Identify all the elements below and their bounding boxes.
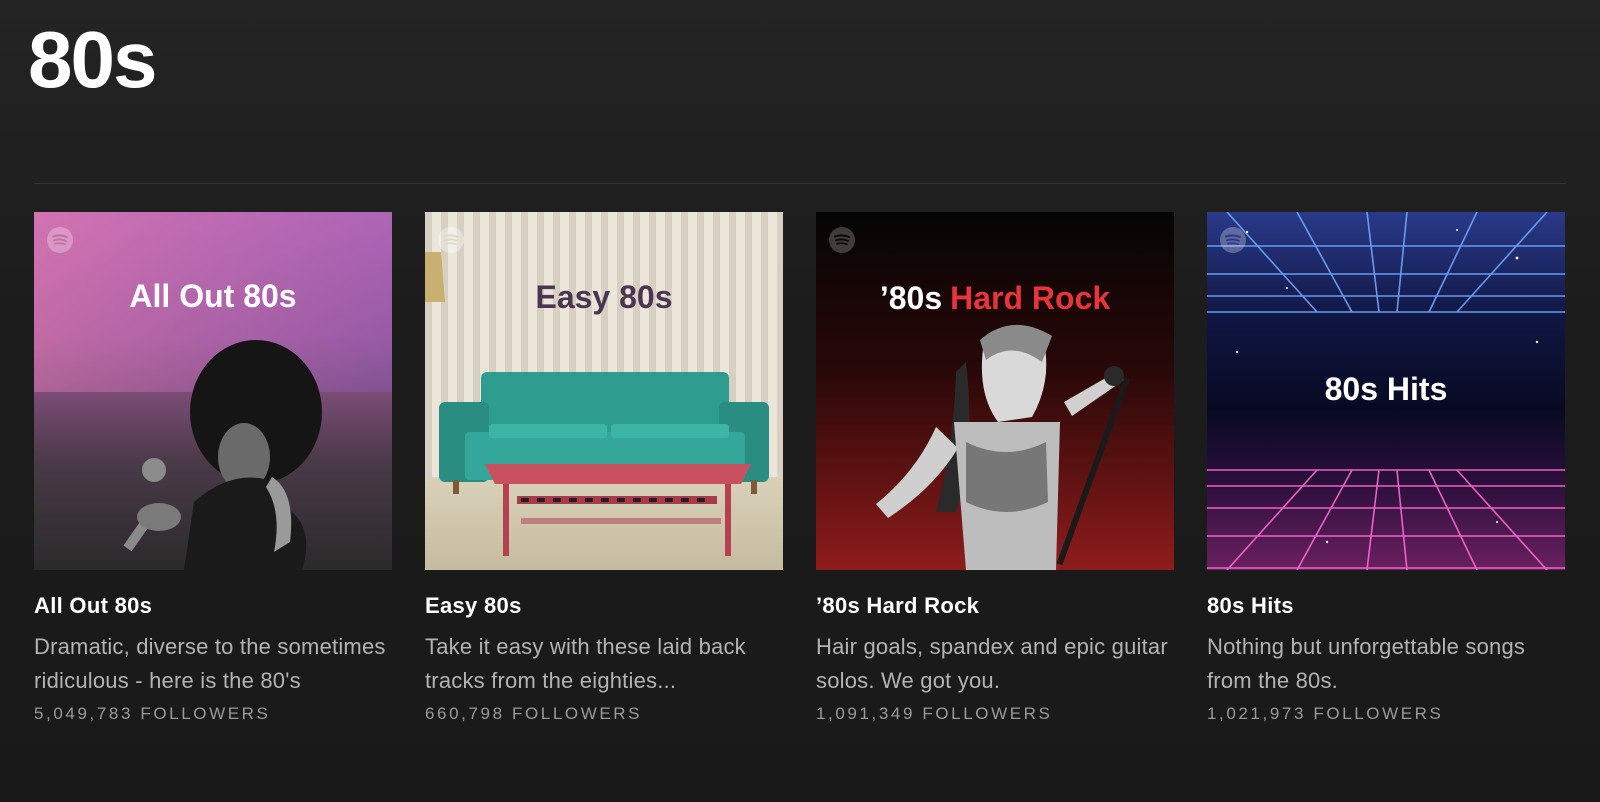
playlist-followers: 660,798 FOLLOWERS [425, 704, 643, 723]
genre-page: 80s All Out 80s All Out 80s Dramatic, di… [0, 0, 1600, 802]
cover-title-white: ’80s [880, 280, 942, 316]
playlist-title[interactable]: All Out 80s [34, 592, 392, 620]
playlist-followers: 1,091,349 FOLLOWERS [816, 704, 1053, 723]
playlist-card-easy-80s[interactable]: Easy 80s Easy 80s Take it easy with thes… [425, 212, 783, 724]
playlist-cover[interactable]: Easy 80s [425, 212, 783, 570]
playlist-card-80s-hard-rock[interactable]: ’80s Hard Rock ’80s Hard Rock Hair goals,… [816, 212, 1174, 724]
section-divider [34, 183, 1566, 184]
playlist-description: Dramatic, diverse to the sometimes ridic… [34, 634, 386, 693]
playlist-title[interactable]: 80s Hits [1207, 592, 1565, 620]
playlist-followers: 1,021,973 FOLLOWERS [1207, 704, 1444, 723]
playlist-followers: 5,049,783 FOLLOWERS [34, 704, 271, 723]
playlist-grid: All Out 80s All Out 80s Dramatic, divers… [34, 212, 1565, 724]
playlist-description: Take it easy with these laid back tracks… [425, 634, 746, 693]
cover-title: ’80s Hard Rock [880, 280, 1111, 316]
cover-title-red: Hard Rock [950, 280, 1110, 316]
spotify-icon [829, 227, 855, 253]
playlist-card-all-out-80s[interactable]: All Out 80s All Out 80s Dramatic, divers… [34, 212, 392, 724]
playlist-cover[interactable]: 80s Hits [1207, 212, 1565, 570]
cover-title: 80s Hits [1325, 371, 1448, 407]
playlist-cover[interactable]: ’80s Hard Rock [816, 212, 1174, 570]
cover-title: All Out 80s [129, 278, 296, 314]
page-title: 80s [28, 15, 157, 104]
playlist-title[interactable]: ’80s Hard Rock [816, 592, 1174, 620]
spotify-icon [1220, 227, 1246, 253]
playlist-description: Hair goals, spandex and epic guitar solo… [816, 634, 1168, 693]
playlist-title[interactable]: Easy 80s [425, 592, 783, 620]
playlist-description: Nothing but unforgettable songs from the… [1207, 634, 1526, 693]
spotify-icon [438, 227, 464, 253]
playlist-cover[interactable]: All Out 80s [34, 212, 392, 570]
cover-title: Easy 80s [535, 279, 672, 315]
spotify-icon [47, 227, 73, 253]
playlist-card-80s-hits[interactable]: 80s Hits 80s Hits Nothing but unforgetta… [1207, 212, 1565, 724]
